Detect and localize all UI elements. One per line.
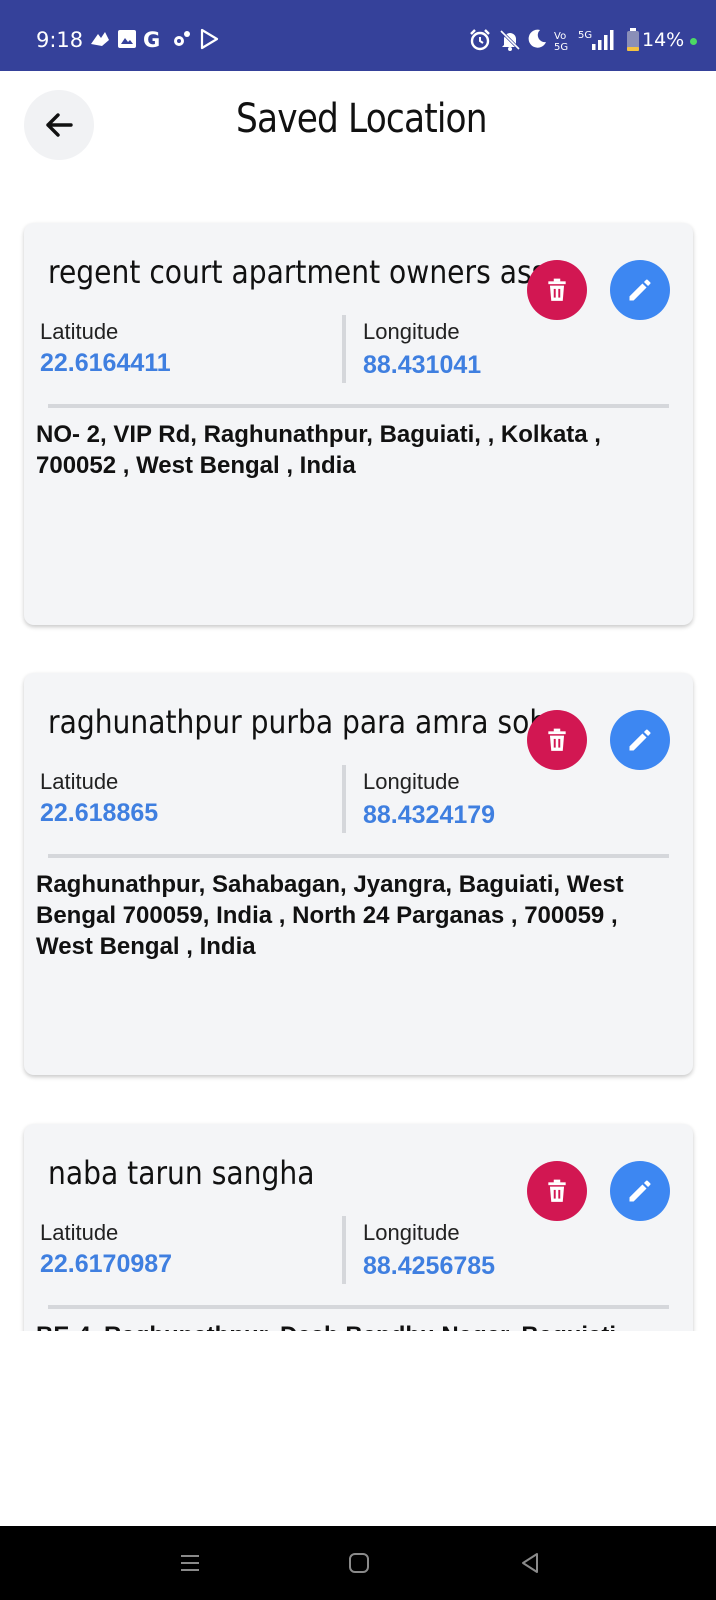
home-icon [349, 1553, 369, 1573]
edit-button[interactable] [610, 710, 670, 770]
navigation-bar [0, 1526, 716, 1600]
dnd-moon-icon [526, 28, 548, 52]
arrow-left-icon [46, 113, 73, 137]
battery-icon [626, 28, 640, 52]
status-bar: 9:18 G Vo 5G 5G 14% [0, 0, 716, 71]
signal-icon [590, 28, 614, 52]
edit-button[interactable] [610, 1161, 670, 1221]
google-icon: G [143, 28, 161, 52]
saved-location-list[interactable]: regent court apartment owners associatio… [0, 200, 716, 1331]
pencil-icon [629, 279, 651, 301]
recents-button[interactable] [165, 1538, 215, 1588]
divider [342, 315, 346, 383]
location-card[interactable]: raghunathpur purba para amra sobai club … [24, 673, 693, 1075]
pencil-icon [629, 729, 651, 751]
latitude-label: Latitude [40, 319, 119, 344]
delete-button[interactable] [527, 710, 587, 770]
recents-icon [181, 1555, 199, 1571]
image-notification-icon [116, 28, 138, 52]
longitude-label: Longitude [363, 769, 460, 794]
page-title: Saved Location [236, 96, 488, 142]
latitude-label: Latitude [40, 1220, 119, 1245]
latitude-value: 22.6170987 [40, 1250, 173, 1278]
app-notification-icon [88, 28, 112, 52]
divider [342, 765, 346, 833]
volte-icon: Vo 5G [554, 31, 569, 53]
location-name: naba tarun sangha [48, 1154, 315, 1192]
address-text: NO- 2, VIP Rd, Raghunathpur, Baguiati, ,… [36, 421, 601, 479]
trash-icon [548, 728, 566, 751]
delete-button[interactable] [527, 260, 587, 320]
location-card[interactable]: naba tarun sangha Latitude 22.6170987 Lo… [24, 1124, 693, 1331]
alarm-icon [468, 28, 492, 52]
longitude-value: 88.431041 [363, 351, 482, 379]
longitude-label: Longitude [363, 319, 460, 344]
longitude-value: 88.4324179 [363, 801, 496, 829]
trash-icon [548, 278, 566, 301]
play-store-icon [198, 28, 220, 52]
latitude-value: 22.618865 [40, 799, 159, 827]
back-triangle-icon [522, 1553, 538, 1573]
status-time: 9:18 [36, 28, 84, 52]
back-nav-button[interactable] [505, 1538, 555, 1588]
divider [48, 854, 669, 858]
battery-percentage: 14% [642, 29, 685, 51]
longitude-value: 88.4256785 [363, 1252, 496, 1280]
back-button[interactable] [24, 90, 94, 160]
location-name: raghunathpur purba para amra sobai club [48, 703, 541, 741]
divider [48, 404, 669, 408]
address-text: BE-4, Raghunathpur, Desh Bandhu Nagar, B… [36, 1320, 666, 1331]
delete-button[interactable] [527, 1161, 587, 1221]
divider [48, 1305, 669, 1309]
latitude-label: Latitude [40, 769, 119, 794]
latitude-value: 22.6164411 [40, 349, 171, 377]
divider [342, 1216, 346, 1284]
longitude-label: Longitude [363, 1220, 460, 1245]
mute-icon [498, 28, 522, 52]
pencil-icon [629, 1180, 651, 1202]
settings-notification-icon [170, 28, 192, 52]
location-card[interactable]: regent court apartment owners associatio… [24, 223, 693, 625]
trash-icon [548, 1179, 566, 1202]
location-name: regent court apartment owners associatio… [48, 253, 541, 291]
home-button[interactable] [334, 1538, 384, 1588]
charging-indicator [690, 38, 697, 45]
edit-button[interactable] [610, 260, 670, 320]
address-text: Raghunathpur, Sahabagan, Jyangra, Baguia… [36, 871, 624, 960]
